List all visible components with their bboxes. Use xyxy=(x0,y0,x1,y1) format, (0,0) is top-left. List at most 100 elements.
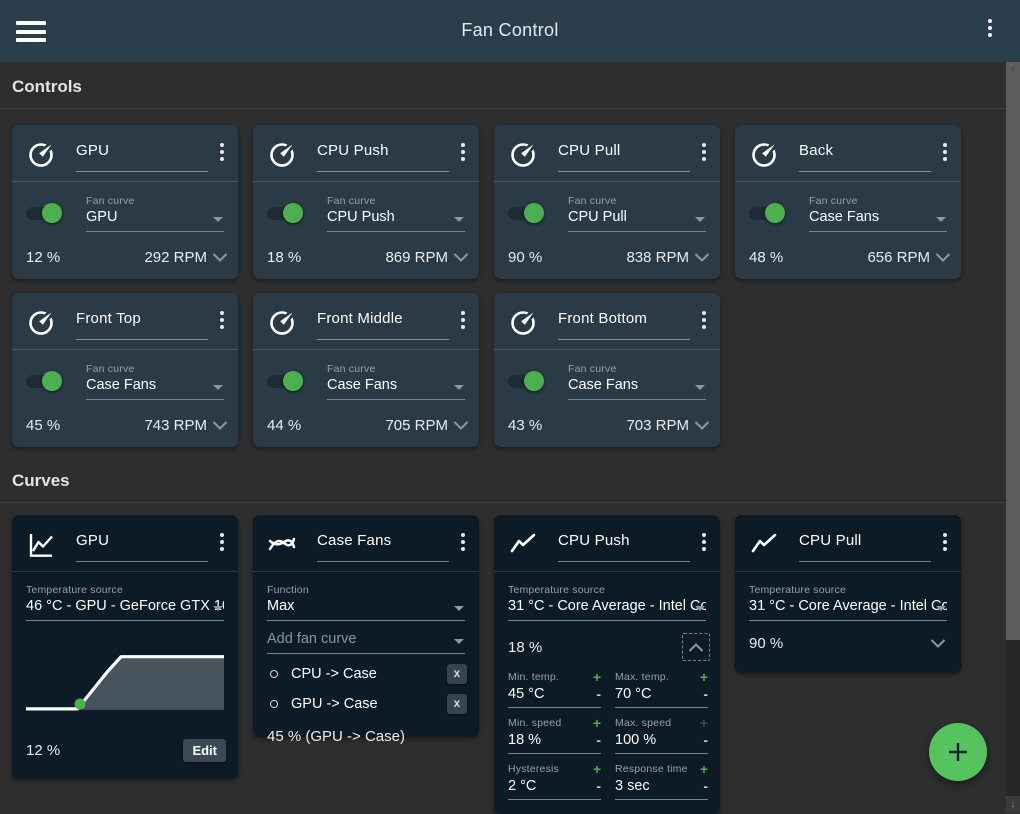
temperature-source-select[interactable]: Temperature source 31 °C - Core Average … xyxy=(749,584,947,621)
chevron-up-icon xyxy=(688,643,704,652)
decrement-button[interactable]: - xyxy=(596,689,601,699)
curve-name-field[interactable]: Case Fans xyxy=(317,528,449,562)
remove-member-button[interactable]: x xyxy=(447,664,467,684)
expand-params-button[interactable] xyxy=(925,630,951,656)
add-fan-curve-select[interactable]: Add fan curve xyxy=(267,631,465,654)
increment-button[interactable]: + xyxy=(700,672,708,682)
kebab-menu-icon[interactable] xyxy=(457,141,469,163)
kebab-menu-icon[interactable] xyxy=(698,141,710,163)
mix-member-name: GPU -> Case xyxy=(291,696,447,712)
kebab-menu-icon[interactable] xyxy=(698,531,710,553)
remove-member-button[interactable]: x xyxy=(447,694,467,714)
increment-button[interactable]: + xyxy=(593,672,601,682)
chevron-down-icon xyxy=(453,253,469,262)
decrement-button[interactable]: - xyxy=(703,781,708,791)
fan-curve-select[interactable]: Fan curve CPU Pull xyxy=(568,195,706,232)
increment-button[interactable]: + xyxy=(700,764,708,774)
temperature-source-select[interactable]: Temperature source 31 °C - Core Average … xyxy=(508,584,706,621)
param-min-temp[interactable]: Min. temp. + 45 °C - xyxy=(508,671,601,708)
decrement-button[interactable]: - xyxy=(703,735,708,745)
fan-speed-percent: 90 % xyxy=(508,249,542,266)
kebab-menu-icon[interactable] xyxy=(939,531,951,553)
kebab-menu-icon[interactable] xyxy=(698,309,710,331)
fan-curve-value: CPU Push xyxy=(327,209,465,225)
fan-curve-select[interactable]: Fan curve GPU xyxy=(86,195,224,232)
increment-button[interactable]: + xyxy=(593,718,601,728)
curve-card-cpu-pull: CPU Pull Temperature source 31 °C - Core… xyxy=(735,515,961,673)
temperature-source-value: 31 °C - Core Average - Intel Core xyxy=(749,598,947,614)
fan-name-field[interactable]: Front Bottom xyxy=(558,306,690,340)
decrement-button[interactable]: - xyxy=(596,781,601,791)
increment-button[interactable]: + xyxy=(593,764,601,774)
fan-enable-toggle[interactable] xyxy=(749,207,782,220)
fan-name-field[interactable]: CPU Pull xyxy=(558,138,690,172)
temperature-source-select[interactable]: Temperature source 46 °C - GPU - GeForce… xyxy=(26,584,224,621)
fan-speed-percent: 45 % xyxy=(26,417,60,434)
kebab-menu-icon[interactable] xyxy=(216,531,228,553)
rpm-expander[interactable]: 656 RPM xyxy=(867,249,951,266)
param-max-speed[interactable]: Max. speed + 100 % - xyxy=(615,717,708,754)
fan-rpm: 705 RPM xyxy=(385,417,448,434)
app-overflow-menu-icon[interactable] xyxy=(984,17,996,39)
param-hysteresis[interactable]: Hysteresis + 2 °C - xyxy=(508,763,601,800)
param-max-temp[interactable]: Max. temp. + 70 °C - xyxy=(615,671,708,708)
scroll-down-arrow-icon[interactable]: ↓ xyxy=(1006,796,1020,813)
curve-name-field[interactable]: GPU xyxy=(76,528,208,562)
rpm-expander[interactable]: 838 RPM xyxy=(626,249,710,266)
fan-enable-toggle[interactable] xyxy=(26,375,59,388)
collapse-params-button[interactable] xyxy=(682,633,710,661)
rpm-expander[interactable]: 703 RPM xyxy=(626,417,710,434)
fan-curve-select[interactable]: Fan curve CPU Push xyxy=(327,195,465,232)
fan-rpm: 703 RPM xyxy=(626,417,689,434)
fan-curve-select[interactable]: Fan curve Case Fans xyxy=(568,363,706,400)
fan-curve-select[interactable]: Fan curve Case Fans xyxy=(327,363,465,400)
fan-curve-select[interactable]: Fan curve Case Fans xyxy=(86,363,224,400)
param-response-time[interactable]: Response time + 3 sec - xyxy=(615,763,708,800)
linear-curve-icon xyxy=(749,530,779,560)
fan-curve-select[interactable]: Fan curve Case Fans xyxy=(809,195,947,232)
fan-enable-toggle[interactable] xyxy=(26,207,59,220)
rpm-expander[interactable]: 869 RPM xyxy=(385,249,469,266)
temperature-source-label: Temperature source xyxy=(508,584,706,596)
add-fan-curve-placeholder: Add fan curve xyxy=(267,631,465,647)
dropdown-caret-icon xyxy=(454,639,464,644)
kebab-menu-icon[interactable] xyxy=(457,531,469,553)
kebab-menu-icon[interactable] xyxy=(457,309,469,331)
fan-enable-toggle[interactable] xyxy=(267,207,300,220)
scrollbar-thumb[interactable] xyxy=(1006,62,1020,640)
kebab-menu-icon[interactable] xyxy=(939,141,951,163)
rpm-expander[interactable]: 292 RPM xyxy=(144,249,228,266)
graph-curve-icon xyxy=(26,530,56,560)
kebab-menu-icon[interactable] xyxy=(216,309,228,331)
fan-enable-toggle[interactable] xyxy=(508,207,541,220)
curve-name-field[interactable]: CPU Push xyxy=(558,528,690,562)
rpm-expander[interactable]: 705 RPM xyxy=(385,417,469,434)
curve-point-dot[interactable] xyxy=(75,699,86,710)
fan-name-field[interactable]: Front Top xyxy=(76,306,208,340)
fan-enable-toggle[interactable] xyxy=(267,375,300,388)
rpm-expander[interactable]: 743 RPM xyxy=(144,417,228,434)
curves-row: GPU Temperature source 46 °C - GPU - GeF… xyxy=(0,503,1006,814)
main-content: Controls GPU Fan curve GPU 12 % xyxy=(0,62,1006,814)
fan-name-field[interactable]: Front Middle xyxy=(317,306,449,340)
fan-name-field[interactable]: GPU xyxy=(76,138,208,172)
edit-curve-button[interactable]: Edit xyxy=(183,739,226,762)
increment-button[interactable]: + xyxy=(700,718,708,728)
fan-enable-toggle[interactable] xyxy=(508,375,541,388)
fan-rpm: 656 RPM xyxy=(867,249,930,266)
dropdown-caret-icon xyxy=(454,606,464,611)
curve-name-field[interactable]: CPU Pull xyxy=(799,528,931,562)
decrement-button[interactable]: - xyxy=(703,689,708,699)
function-select[interactable]: Function Max xyxy=(267,584,465,621)
scroll-up-arrow-icon[interactable]: ↑ xyxy=(1006,63,1020,78)
vertical-scrollbar[interactable]: ↑ ↓ xyxy=(1006,62,1020,813)
fan-name-field[interactable]: Back xyxy=(799,138,931,172)
decrement-button[interactable]: - xyxy=(596,735,601,745)
dropdown-caret-icon xyxy=(213,217,223,222)
param-min-speed[interactable]: Min. speed + 18 % - xyxy=(508,717,601,754)
fan-rpm: 292 RPM xyxy=(144,249,207,266)
gpu-curve-chart[interactable] xyxy=(26,636,224,726)
kebab-menu-icon[interactable] xyxy=(216,141,228,163)
add-button[interactable] xyxy=(929,723,987,781)
fan-name-field[interactable]: CPU Push xyxy=(317,138,449,172)
